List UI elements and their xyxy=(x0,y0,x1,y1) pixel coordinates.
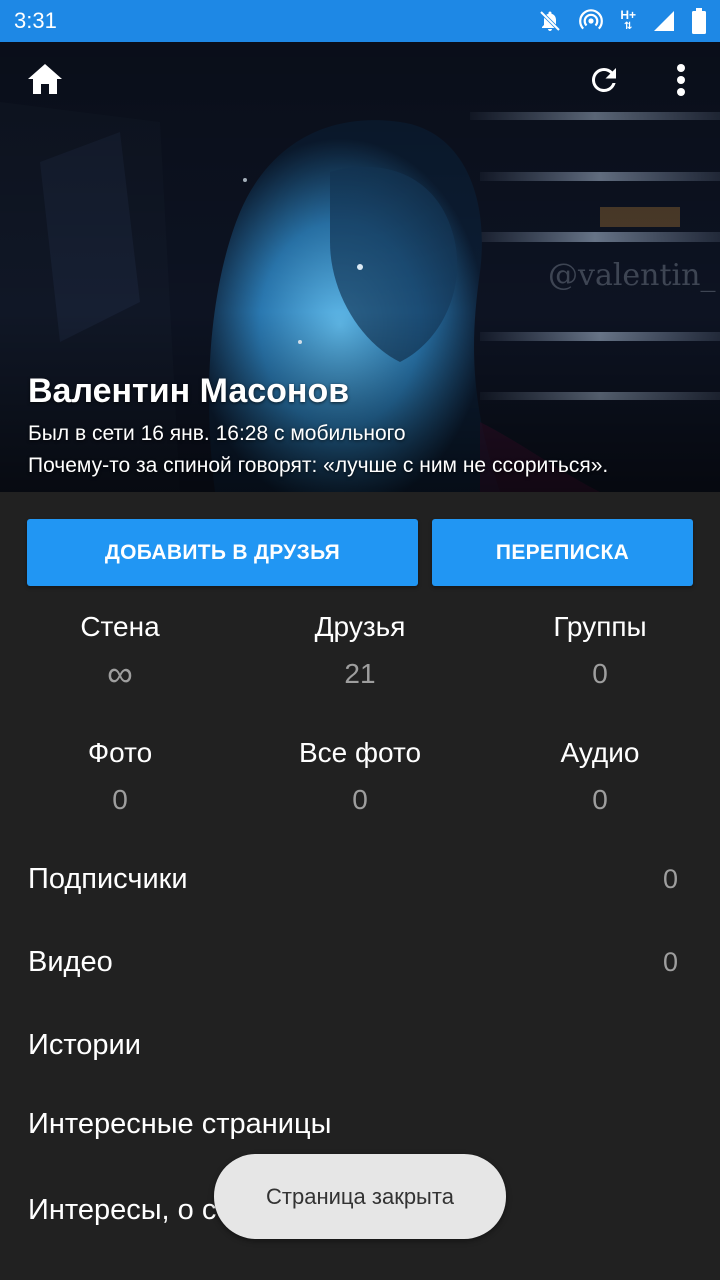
profile-cover: @valentin_ Валентин Масонов Был в сети 1… xyxy=(0,42,720,492)
counter-value: 0 xyxy=(592,658,608,689)
list-item-label: Видео xyxy=(28,946,113,978)
toast-message: Страница закрыта xyxy=(214,1154,506,1239)
counter-audio[interactable]: Аудио 0 xyxy=(480,733,720,820)
counter-photos[interactable]: Фото 0 xyxy=(0,733,240,820)
list-item-count: 0 xyxy=(662,947,678,977)
list-item-stories[interactable]: Истории xyxy=(0,1015,720,1075)
add-friend-button[interactable]: ДОБАВИТЬ В ДРУЗЬЯ xyxy=(27,519,418,586)
network-type-label: H+ xyxy=(620,8,636,22)
last-seen-text: Был в сети 16 янв. 16:28 с мобильного xyxy=(28,422,406,445)
list-item-label: Подписчики xyxy=(28,863,188,895)
notifications-off-icon xyxy=(538,9,562,33)
counter-label: Группы xyxy=(553,611,647,642)
counter-value: 0 xyxy=(112,784,128,815)
counter-wall[interactable]: Стена ∞ xyxy=(0,607,240,694)
counter-label: Стена xyxy=(80,611,160,642)
counter-all-photos[interactable]: Все фото 0 xyxy=(240,733,480,820)
counter-value: 21 xyxy=(344,658,376,689)
network-type-icon: H+ ⇅ xyxy=(620,8,636,32)
profile-status-text: Почему-то за спиной говорят: «лучше с ни… xyxy=(28,454,609,477)
counter-value: 0 xyxy=(592,784,608,815)
counter-groups[interactable]: Группы 0 xyxy=(480,607,720,694)
more-vert-icon[interactable] xyxy=(660,58,702,102)
counter-label: Фото xyxy=(87,737,153,768)
status-icons: H+ ⇅ xyxy=(538,8,706,34)
list-item-label: Интересные страницы xyxy=(28,1108,332,1140)
counter-friends[interactable]: Друзья 21 xyxy=(240,607,480,694)
counter-value: ∞ xyxy=(107,653,133,694)
list-item-count: 0 xyxy=(662,864,678,894)
status-time: 3:31 xyxy=(14,8,57,33)
counter-label: Аудио xyxy=(560,737,640,768)
toolbar xyxy=(0,42,720,118)
messages-button[interactable]: ПЕРЕПИСКА xyxy=(432,519,693,586)
profile-name: Валентин Масонов xyxy=(28,372,350,410)
list-item-interesting-pages[interactable]: Интересные страницы xyxy=(0,1094,720,1154)
list-item-videos[interactable]: Видео 0 xyxy=(0,932,720,992)
signal-icon xyxy=(652,9,676,33)
refresh-icon[interactable] xyxy=(582,58,626,102)
home-icon[interactable] xyxy=(24,58,66,100)
battery-icon xyxy=(692,8,706,34)
counter-label: Друзья xyxy=(314,611,406,642)
cover-watermark: @valentin_ xyxy=(548,258,716,293)
status-bar: 3:31 H+ ⇅ xyxy=(0,0,720,42)
counter-label: Все фото xyxy=(298,737,422,768)
hotspot-icon xyxy=(578,9,604,33)
list-item-followers[interactable]: Подписчики 0 xyxy=(0,849,720,909)
counter-value: 0 xyxy=(352,784,368,815)
list-item-label: Истории xyxy=(28,1029,141,1061)
